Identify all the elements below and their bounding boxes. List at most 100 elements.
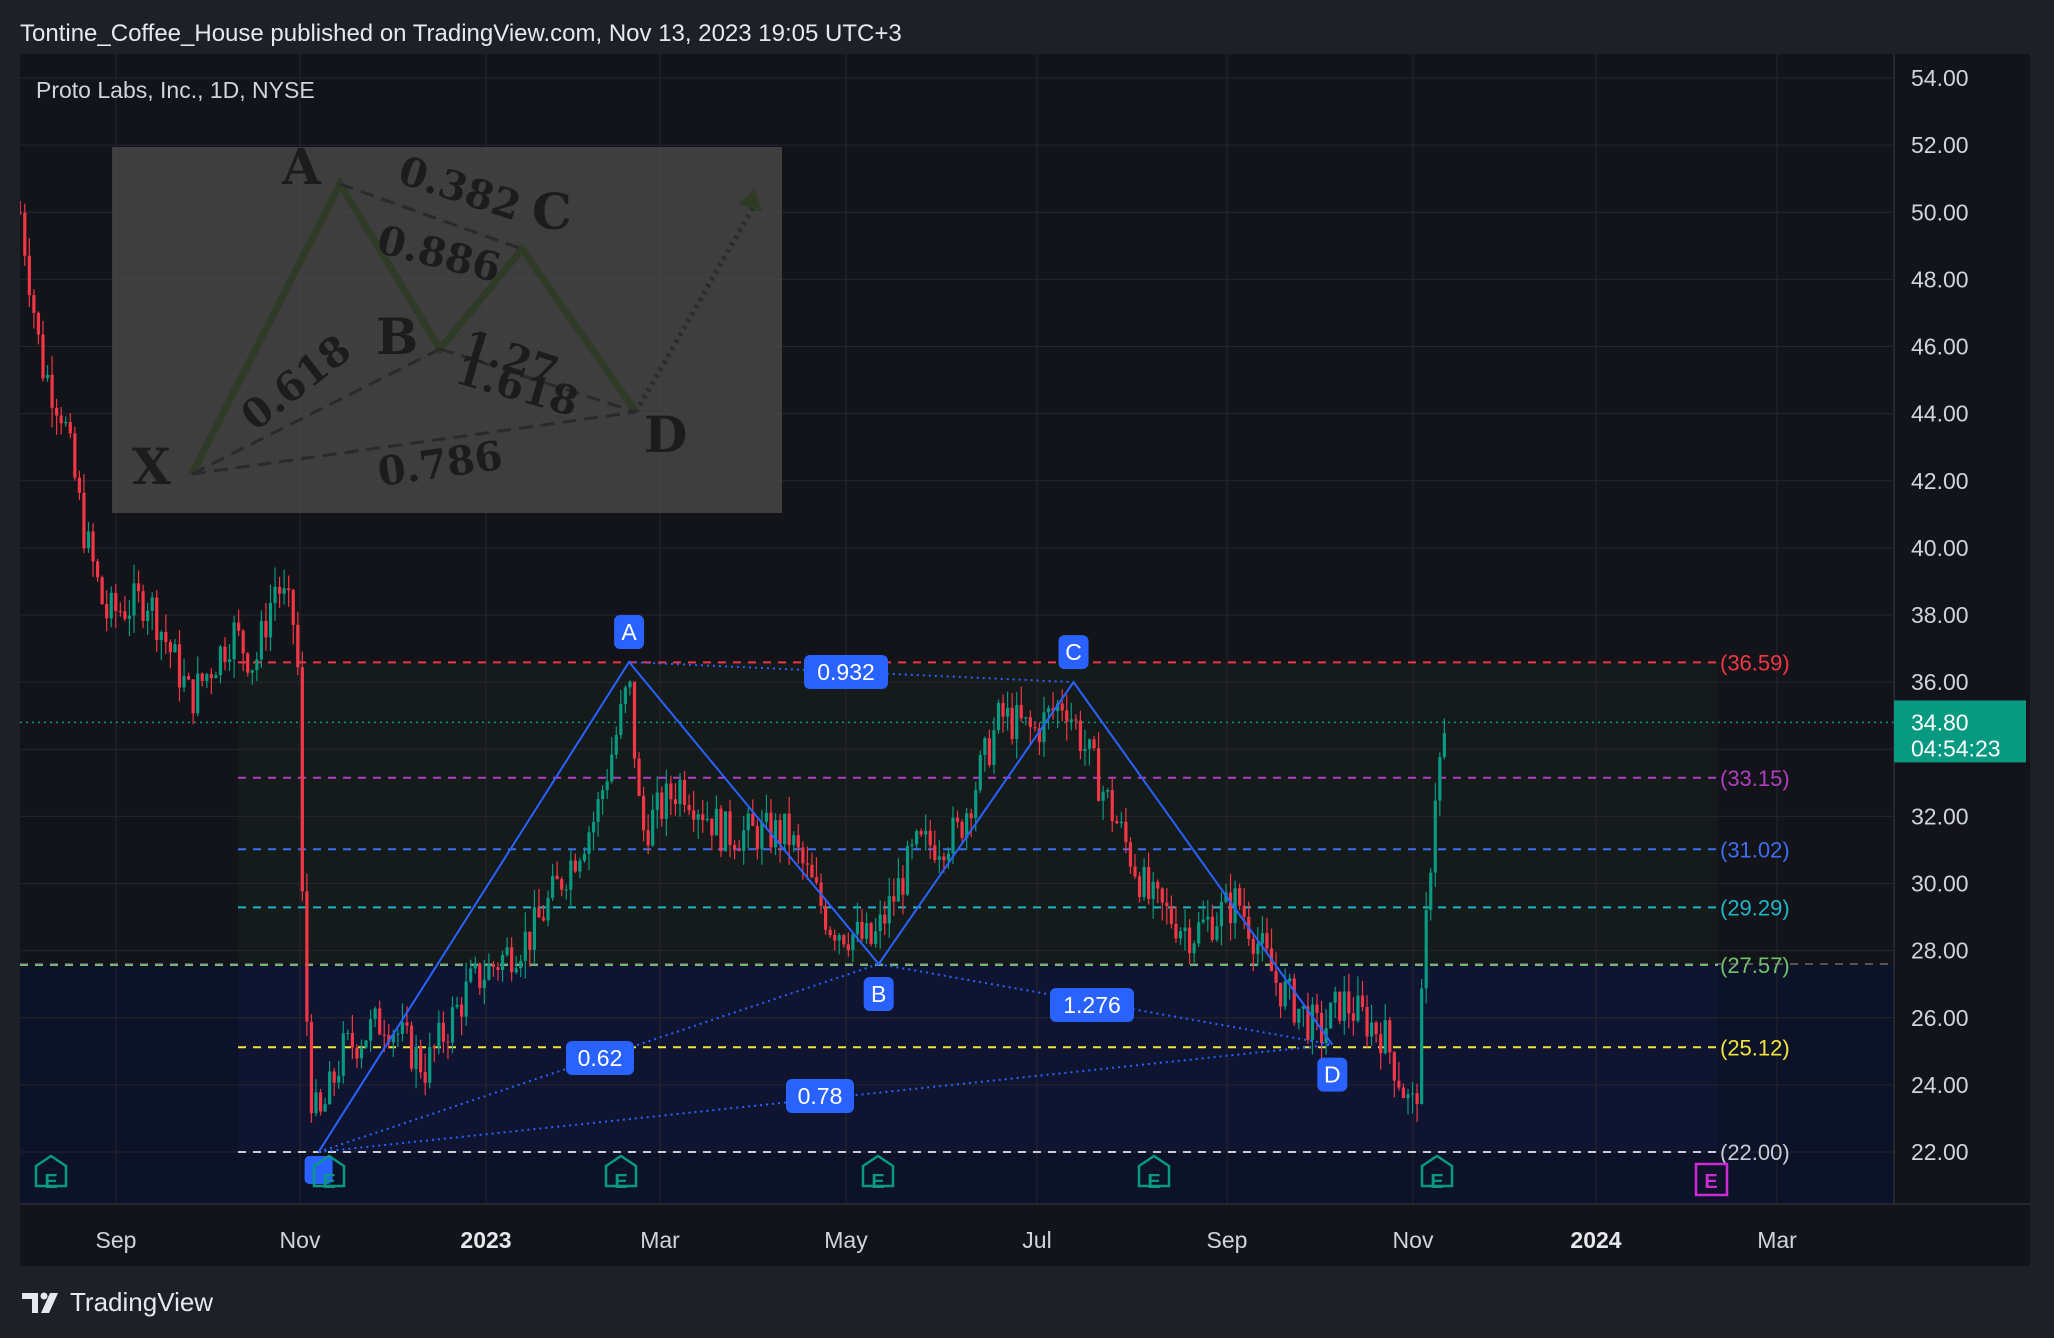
candle-body	[892, 896, 896, 902]
chart-area[interactable]: A B C D X 0.382 0.886 1.27 0.618 1.618 0.786 (36.5…	[20, 54, 2030, 1266]
candle	[300, 651, 304, 902]
candle-body	[1265, 933, 1269, 949]
candle-body	[1429, 872, 1433, 911]
price-tick-label: 52.00	[1911, 132, 1969, 158]
candle-body	[919, 831, 923, 835]
inset-letter-a: A	[281, 137, 322, 196]
candle-body	[1360, 995, 1365, 1007]
candle-body	[646, 830, 650, 846]
candle-body	[378, 1008, 382, 1035]
candle-body	[846, 944, 850, 951]
candle	[637, 752, 641, 797]
candle-body	[127, 615, 132, 619]
candle-body	[428, 1046, 432, 1083]
candle-body	[1297, 1008, 1301, 1023]
price-tick-label: 42.00	[1911, 468, 1969, 494]
candle	[305, 873, 309, 1037]
candle-body	[291, 590, 295, 625]
level-label: (31.02)	[1720, 837, 1790, 862]
candle-body	[569, 860, 573, 890]
candle-body	[769, 812, 773, 848]
candle-body	[660, 792, 664, 819]
price-tick-label: 22.00	[1911, 1139, 1969, 1165]
candle-body	[523, 931, 527, 961]
price-tick-label: 50.00	[1911, 199, 1969, 225]
candle-body	[851, 934, 855, 951]
candle	[978, 750, 982, 794]
candle-body	[1379, 1034, 1383, 1054]
pattern-point-b-text: B	[871, 981, 886, 1007]
candle-body	[282, 588, 286, 594]
candle-body	[1115, 821, 1119, 824]
candle	[719, 805, 723, 858]
time-tick-label: Mar	[1757, 1227, 1797, 1253]
candle	[996, 699, 1001, 734]
candle-body	[942, 856, 946, 861]
candle-body	[150, 597, 154, 611]
candle-body	[928, 830, 932, 846]
candle-body	[1333, 991, 1337, 1003]
candle-body	[105, 604, 109, 619]
candle-body	[1310, 1004, 1315, 1040]
level-label: (22.00)	[1720, 1140, 1790, 1165]
candle-body	[573, 860, 577, 872]
candle-body	[382, 1034, 386, 1036]
candle-body	[773, 820, 778, 848]
candle-body	[596, 799, 600, 822]
candle-body	[933, 845, 937, 860]
candle-body	[155, 597, 159, 641]
level-label: (27.57)	[1720, 953, 1790, 978]
candle-body	[1406, 1094, 1410, 1099]
candle-body	[1206, 916, 1210, 920]
current-price-tag: 34.8004:54:23	[1894, 700, 2026, 763]
candle-body	[805, 863, 809, 865]
candle-body	[136, 583, 141, 592]
earnings-letter: E	[1430, 1171, 1443, 1193]
candle-body	[1074, 719, 1078, 721]
candle-body	[732, 845, 737, 850]
pattern-point-a: A	[614, 614, 645, 649]
candle-body	[837, 935, 841, 941]
candle-body	[132, 583, 136, 616]
earnings-letter: E	[44, 1171, 57, 1193]
tradingview-logo[interactable]: TradingView	[22, 1287, 213, 1318]
candle-body	[1251, 938, 1255, 954]
candle-body	[1169, 905, 1173, 924]
time-tick-label: 2023	[460, 1227, 511, 1253]
price-tick-label: 54.00	[1911, 65, 1969, 91]
time-tick-label: 2024	[1570, 1227, 1621, 1253]
candle-body	[409, 1025, 414, 1069]
time-tick-label: Sep	[96, 1227, 137, 1253]
candle-body	[255, 659, 259, 671]
candle	[364, 1039, 368, 1049]
inset-letter-c: C	[532, 182, 572, 241]
candle-body	[473, 963, 477, 969]
candle-body	[1183, 927, 1187, 932]
candle-body	[896, 878, 900, 902]
candle-body	[364, 1040, 368, 1048]
candle-body	[564, 889, 568, 891]
candle-body	[241, 630, 245, 654]
current-price-value: 34.80	[1911, 709, 1969, 735]
candle-body	[1315, 1004, 1319, 1014]
earnings-letter: E	[614, 1171, 627, 1193]
price-chart[interactable]: ABCDX0.3820.8861.270.618 1.6180.786 (36.5…	[20, 54, 2030, 1266]
candle-body	[191, 679, 195, 714]
candle-body	[227, 659, 232, 662]
candle-body	[787, 813, 791, 846]
candle-body	[328, 1071, 332, 1105]
candle-body	[874, 931, 878, 944]
candle-body	[1356, 995, 1360, 1021]
candle-body	[796, 835, 800, 848]
candle-body	[323, 1104, 327, 1112]
candle-body	[82, 492, 86, 549]
price-tick-label: 48.00	[1911, 266, 1969, 292]
candle-body	[746, 813, 750, 831]
candle-body	[359, 1047, 364, 1059]
candle-body	[441, 1022, 445, 1042]
time-tick-label: Nov	[280, 1227, 321, 1253]
candle-body	[464, 981, 468, 1017]
candle	[1420, 979, 1424, 1105]
candle-body	[264, 621, 268, 638]
inset-letter-d: D	[644, 405, 687, 464]
